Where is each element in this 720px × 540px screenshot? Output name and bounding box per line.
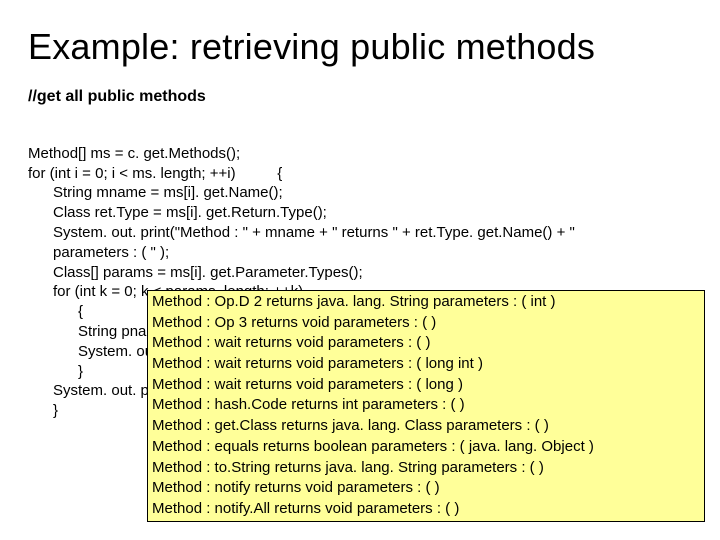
output-line: Method : hash.Code returns int parameter…: [152, 395, 700, 416]
slide-title: Example: retrieving public methods: [28, 26, 692, 68]
output-line: Method : wait returns void parameters : …: [152, 375, 700, 396]
slide: Example: retrieving public methods //get…: [0, 0, 720, 540]
code-line: String mname = ms[i]. get.Name();: [28, 184, 283, 201]
code-line: for (int i = 0; i < ms. length; ++i) {: [28, 165, 282, 182]
output-line: Method : Op 3 returns void parameters : …: [152, 313, 700, 334]
code-line: System. out. print("Method : " + mname +…: [28, 224, 575, 241]
code-line: {: [28, 303, 83, 320]
output-line: Method : wait returns void parameters : …: [152, 333, 700, 354]
output-line: Method : to.String returns java. lang. S…: [152, 458, 700, 479]
code-line: }: [28, 363, 83, 380]
output-line: Method : Op.D 2 returns java. lang. Stri…: [152, 292, 700, 313]
output-overlay: Method : Op.D 2 returns java. lang. Stri…: [147, 290, 705, 522]
code-line: Class[] params = ms[i]. get.Parameter.Ty…: [28, 264, 363, 281]
output-line: Method : notify returns void parameters …: [152, 478, 700, 499]
code-line: parameters : ( " );: [28, 244, 169, 261]
output-line: Method : get.Class returns java. lang. C…: [152, 416, 700, 437]
code-line: }: [28, 402, 58, 419]
code-comment: //get all public methods: [28, 88, 692, 106]
output-line: Method : notify.All returns void paramet…: [152, 499, 700, 520]
output-line: Method : equals returns boolean paramete…: [152, 437, 700, 458]
output-line: Method : wait returns void parameters : …: [152, 354, 700, 375]
code-line: Method[] ms = c. get.Methods();: [28, 145, 240, 162]
code-line: Class ret.Type = ms[i]. get.Return.Type(…: [28, 204, 327, 221]
